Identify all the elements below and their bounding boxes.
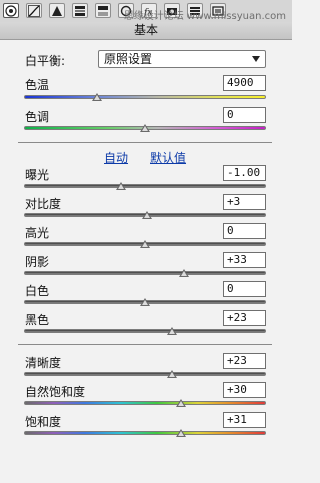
value-field-blacks[interactable]: +23 bbox=[223, 310, 266, 326]
slider-label-contrast: 对比度 bbox=[25, 197, 62, 211]
slider-thumb-blacks[interactable] bbox=[166, 327, 177, 335]
value-field-exposure[interactable]: -1.00 bbox=[223, 165, 266, 181]
slider-thumb-contrast[interactable] bbox=[142, 211, 153, 219]
slider-thumb-tint[interactable] bbox=[140, 124, 150, 132]
slider-thumb-vibrance[interactable] bbox=[176, 399, 187, 407]
value-field-shadows[interactable]: +33 bbox=[223, 252, 266, 268]
slider-track-shadows[interactable] bbox=[24, 271, 266, 275]
value-field-saturation[interactable]: +31 bbox=[223, 412, 266, 428]
chevron-down-icon bbox=[252, 56, 260, 62]
slider-label-highlights: 高光 bbox=[25, 226, 50, 240]
panel-toolbar: fx 思缘设计论坛 www.missyuan.com bbox=[0, 0, 292, 23]
aperture-icon[interactable] bbox=[3, 3, 19, 18]
value-field-tint[interactable]: 0 bbox=[223, 107, 266, 123]
slider-track-blacks[interactable] bbox=[24, 329, 266, 333]
slider-label-exposure: 曝光 bbox=[25, 168, 50, 182]
triangle-icon[interactable] bbox=[49, 3, 65, 18]
value-field-clarity[interactable]: +23 bbox=[223, 353, 266, 369]
tone-curve-icon[interactable] bbox=[26, 3, 42, 18]
slider-label-temperature: 色温 bbox=[25, 78, 50, 92]
section-divider bbox=[18, 142, 272, 143]
white-balance-label: 白平衡: bbox=[25, 54, 66, 68]
slider-thumb-whites[interactable] bbox=[140, 298, 150, 306]
split-toning-icon[interactable] bbox=[95, 3, 111, 18]
slider-track-vibrance[interactable] bbox=[24, 401, 266, 405]
auto-link[interactable]: 自动 bbox=[104, 149, 128, 166]
slider-thumb-shadows[interactable] bbox=[178, 269, 189, 277]
value-field-temperature[interactable]: 4900 bbox=[223, 75, 266, 91]
slider-label-blacks: 黑色 bbox=[25, 313, 50, 327]
slider-thumb-exposure[interactable] bbox=[115, 182, 126, 190]
slider-thumb-highlights[interactable] bbox=[140, 240, 150, 248]
slider-track-temperature[interactable] bbox=[24, 95, 266, 99]
value-field-contrast[interactable]: +3 bbox=[223, 194, 266, 210]
white-balance-select[interactable]: 原照设置 bbox=[98, 50, 266, 68]
section-divider bbox=[18, 344, 272, 345]
slider-track-saturation[interactable] bbox=[24, 431, 266, 435]
slider-label-shadows: 阴影 bbox=[25, 255, 50, 269]
value-field-highlights[interactable]: 0 bbox=[223, 223, 266, 239]
hsl-grid-icon[interactable] bbox=[72, 3, 88, 18]
slider-label-saturation: 饱和度 bbox=[25, 415, 62, 429]
slider-thumb-saturation[interactable] bbox=[176, 429, 187, 437]
default-link[interactable]: 默认值 bbox=[150, 149, 186, 166]
value-field-vibrance[interactable]: +30 bbox=[223, 382, 266, 398]
slider-label-clarity: 清晰度 bbox=[25, 356, 62, 370]
white-balance-value: 原照设置 bbox=[104, 52, 153, 66]
slider-track-clarity[interactable] bbox=[24, 372, 266, 376]
slider-label-vibrance: 自然饱和度 bbox=[25, 385, 86, 399]
watermark-text: 思缘设计论坛 www.missyuan.com bbox=[123, 11, 286, 22]
slider-track-exposure[interactable] bbox=[24, 184, 266, 188]
slider-thumb-clarity[interactable] bbox=[166, 370, 177, 378]
slider-thumb-temperature[interactable] bbox=[91, 93, 102, 101]
slider-label-tint: 色调 bbox=[25, 110, 50, 124]
panel-title: 基本 bbox=[0, 22, 292, 40]
slider-label-whites: 白色 bbox=[25, 284, 50, 298]
value-field-whites[interactable]: 0 bbox=[223, 281, 266, 297]
